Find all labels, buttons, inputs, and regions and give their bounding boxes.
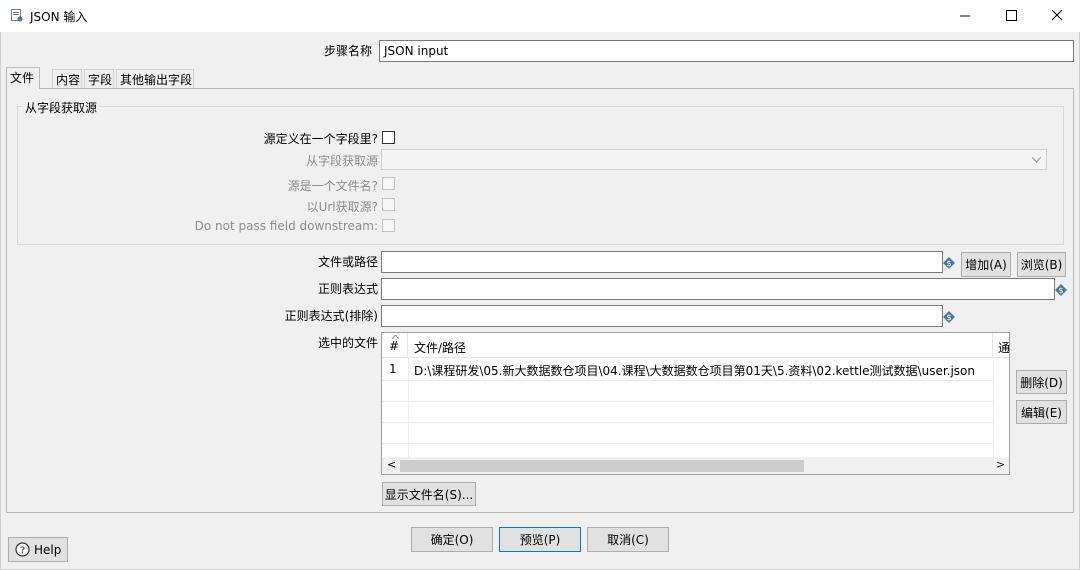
source-field-label: 从字段获取源 xyxy=(305,154,378,168)
edit-button[interactable]: 编辑(E) xyxy=(1016,400,1067,424)
row-divider xyxy=(382,380,993,381)
scroll-left-icon[interactable]: < xyxy=(387,458,396,471)
close-button[interactable] xyxy=(1034,0,1080,31)
selected-files-label: 选中的文件 xyxy=(317,336,378,350)
step-name-label: 步骤名称 xyxy=(323,44,372,58)
minimize-button[interactable] xyxy=(942,0,988,31)
tab-content[interactable]: 内容 xyxy=(52,69,82,88)
row-divider xyxy=(382,401,993,402)
scrollbar-thumb[interactable] xyxy=(400,460,804,472)
file-or-path-label: 文件或路径 xyxy=(317,255,378,269)
table-row[interactable]: 1 D:\课程研发\05.新大数据数仓项目\04.课程\大数据数仓项目第01天\… xyxy=(382,358,993,380)
step-name-input[interactable]: JSON input xyxy=(379,40,1074,62)
column-divider xyxy=(993,358,994,457)
window-title: JSON 输入 xyxy=(30,10,88,24)
preview-button[interactable]: 预览(P) xyxy=(499,527,581,552)
svg-text:$: $ xyxy=(1058,286,1063,295)
svg-text:?: ? xyxy=(20,546,25,557)
variable-icon[interactable]: $ xyxy=(943,311,955,323)
variable-icon[interactable]: $ xyxy=(943,257,955,269)
row-divider xyxy=(382,443,993,444)
horizontal-scrollbar[interactable]: < > xyxy=(382,457,1009,474)
row-file-path: D:\课程研发\05.新大数据数仓项目\04.课程\大数据数仓项目第01天\5.… xyxy=(414,364,976,378)
chevron-down-icon xyxy=(1032,157,1041,163)
help-icon: ? xyxy=(15,542,30,557)
variable-icon[interactable]: $ xyxy=(1055,284,1067,296)
file-or-path-input[interactable] xyxy=(381,251,943,273)
tab-file[interactable]: 文件 xyxy=(6,67,40,89)
read-source-as-url-label: 以Url获取源? xyxy=(306,200,378,214)
scroll-right-icon[interactable]: > xyxy=(996,458,1005,471)
close-icon xyxy=(1051,10,1062,21)
browse-button[interactable]: 浏览(B) xyxy=(1017,252,1066,277)
column-header-wildcard[interactable]: 通 xyxy=(993,333,1009,358)
selected-files-table[interactable]: # 文件/路径 通 1 D:\课程研发\05.新大数据数仓项目\04.课程\大数… xyxy=(381,332,1010,475)
source-field-dropdown[interactable] xyxy=(381,149,1047,170)
ok-button[interactable]: 确定(O) xyxy=(411,527,493,552)
help-label: Help xyxy=(34,542,62,557)
source-from-field-group-title: 从字段获取源 xyxy=(23,99,100,116)
svg-text:$: $ xyxy=(946,259,951,268)
source-in-field-label: 源定义在一个字段里? xyxy=(263,132,378,146)
maximize-button[interactable] xyxy=(988,0,1034,31)
cancel-button[interactable]: 取消(C) xyxy=(587,527,669,552)
column-header-file-path[interactable]: 文件/路径 xyxy=(408,333,993,358)
source-is-filename-checkbox[interactable] xyxy=(382,177,395,190)
source-in-field-checkbox[interactable] xyxy=(382,131,395,144)
regex-label: 正则表达式 xyxy=(317,282,378,296)
json-input-icon xyxy=(11,9,23,22)
regex-exclude-label: 正则表达式(排除) xyxy=(284,309,378,323)
title-bar: JSON 输入 xyxy=(0,0,1080,32)
sort-up-icon xyxy=(392,335,399,339)
regex-exclude-input[interactable] xyxy=(381,305,943,327)
maximize-icon xyxy=(1005,10,1017,21)
do-not-pass-field-label: Do not pass field downstream: xyxy=(194,219,378,233)
do-not-pass-field-checkbox[interactable] xyxy=(382,219,395,232)
minimize-icon xyxy=(959,15,970,17)
tab-fields[interactable]: 字段 xyxy=(84,69,114,88)
source-is-filename-label: 源是一个文件名? xyxy=(287,179,378,193)
tab-additional-output-fields[interactable]: 其他输出字段 xyxy=(116,69,194,88)
regex-input[interactable] xyxy=(381,278,1055,300)
read-source-as-url-checkbox[interactable] xyxy=(382,198,395,211)
delete-button[interactable]: 删除(D) xyxy=(1016,370,1067,394)
add-file-button[interactable]: 增加(A) xyxy=(961,252,1011,277)
row-divider xyxy=(382,422,993,423)
row-number: 1 xyxy=(389,362,397,376)
svg-text:$: $ xyxy=(946,313,951,322)
show-filenames-button[interactable]: 显示文件名(S)... xyxy=(382,482,476,506)
help-button[interactable]: ? Help xyxy=(8,537,68,562)
